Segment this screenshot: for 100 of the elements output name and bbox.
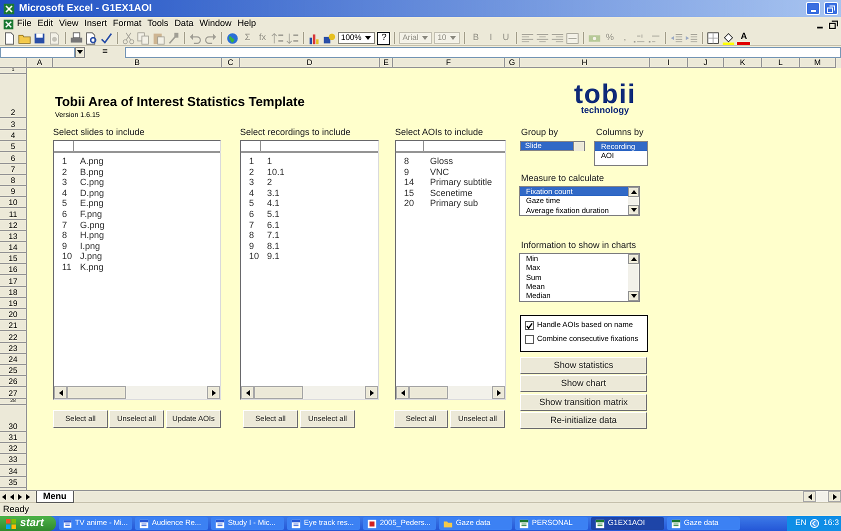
spin-buttons[interactable] <box>573 142 584 150</box>
list-box[interactable]: 1 A.png 2 B.png 3 C.png 4 D.png 5 E.png 6 F.png 7 G.png 8 H.png 9 I.png 10 J.png 11 K.png <box>53 140 221 400</box>
menu-item[interactable]: Help <box>234 19 259 29</box>
list-item[interactable]: 5.1 <box>267 208 280 220</box>
list-box[interactable]: 1 1 2 10.1 3 2 4 3.1 5 4.1 6 5.1 7 6.1 8 7.1 9 8.1 10 9.1 <box>240 140 379 400</box>
list-item[interactable]: 6.1 <box>267 220 280 230</box>
list-item[interactable]: Primary subtitle <box>430 177 492 188</box>
group-by-label: Group by <box>521 128 558 138</box>
horizontal-scrollbar[interactable] <box>241 386 378 399</box>
vertical-scrollbar[interactable] <box>628 187 639 215</box>
page-icon[interactable] <box>3 32 16 44</box>
arrow-circle-icon[interactable] <box>810 519 820 528</box>
menu-item[interactable]: File <box>14 19 35 29</box>
list-number: 11 <box>61 262 72 273</box>
minimize-icon <box>810 10 816 12</box>
toolbar-dropdown[interactable]: 100% <box>338 32 376 44</box>
window-title: Microsoft Excel - G1EX1AOI <box>19 3 152 14</box>
list-item[interactable]: 7.1 <box>267 230 280 241</box>
list-number: 1 <box>61 156 68 167</box>
menu-item[interactable]: Data <box>171 19 196 29</box>
list-number: 9 <box>61 240 68 252</box>
formula-field[interactable] <box>125 46 841 58</box>
spreadsheet-icon <box>670 518 681 528</box>
checkbox[interactable] <box>525 335 534 344</box>
list-item[interactable]: 8.1 <box>267 240 280 252</box>
list-item[interactable]: B.png <box>80 166 104 178</box>
list-number: 4 <box>248 188 256 198</box>
restore-button[interactable] <box>824 2 838 15</box>
borders-icon[interactable] <box>707 32 720 44</box>
preview-icon[interactable] <box>85 32 98 44</box>
menu-item[interactable]: Window <box>196 19 234 29</box>
scroll-right-icon <box>830 492 838 500</box>
list-item[interactable]: 4.1 <box>267 198 280 209</box>
spelling-icon[interactable] <box>100 32 113 44</box>
list-item[interactable]: E.png <box>80 198 104 209</box>
paint-bucket-icon[interactable] <box>722 32 736 44</box>
scroll-right-icon <box>494 388 502 396</box>
list-item[interactable]: 2 <box>267 177 272 188</box>
list-item[interactable]: C.png <box>80 177 104 188</box>
minimize-button[interactable] <box>806 2 820 15</box>
select-all-corner[interactable] <box>0 58 27 68</box>
list-item[interactable]: 3.1 <box>267 188 280 198</box>
menu-item[interactable]: Format <box>110 19 144 29</box>
scroll-right-icon <box>210 388 218 396</box>
menu-item[interactable]: Tools <box>144 19 172 29</box>
scrollbar-thumb[interactable] <box>254 386 303 399</box>
list-item[interactable]: J.png <box>80 251 102 262</box>
list-item[interactable]: 10.1 <box>267 166 285 178</box>
scrollbar-thumb[interactable] <box>67 386 126 399</box>
action-button[interactable]: Show transition matrix <box>520 394 647 411</box>
list-number: 20 <box>403 198 416 209</box>
list-item[interactable]: Primary sub <box>430 198 478 209</box>
list-number: 2 <box>61 166 68 178</box>
list-box[interactable]: 8 Gloss 9 VNC 14 Primary subtitle 15 Scenetime 20 Primary sub <box>395 140 506 400</box>
dropdown-button[interactable] <box>75 46 85 58</box>
scroll-down-icon <box>630 206 638 214</box>
bar-chart-icon[interactable] <box>308 32 321 44</box>
action-button[interactable]: Show statistics <box>520 357 647 374</box>
list-number: 5 <box>61 198 68 209</box>
horizontal-scrollbar[interactable] <box>54 386 220 399</box>
action-button[interactable]: Re-initialize data <box>520 412 647 429</box>
menu-item[interactable]: View <box>56 19 82 29</box>
list-number: 10 <box>248 251 260 262</box>
pdf-icon <box>366 518 377 528</box>
sheet-title: Tobii Area of Interest Statistics Template <box>55 95 305 110</box>
caret-icon <box>449 34 458 42</box>
equals-sign: = <box>101 47 109 57</box>
scrollbar-thumb[interactable] <box>409 386 448 399</box>
action-button[interactable]: Show chart <box>520 375 647 392</box>
list-item[interactable]: K.png <box>80 262 104 273</box>
list-item[interactable]: 9.1 <box>267 251 280 262</box>
windows-flag-icon <box>6 518 16 528</box>
list-item[interactable]: I.png <box>80 240 100 252</box>
columns-by-label: Columns by <box>596 128 644 138</box>
horizontal-scrollbar[interactable] <box>803 491 841 502</box>
list-item[interactable]: Scenetime <box>430 188 473 198</box>
list-number: 8 <box>248 230 256 241</box>
list-item[interactable]: H.png <box>80 230 104 241</box>
list-item[interactable]: VNC <box>430 166 450 178</box>
list-number: 2 <box>248 166 256 178</box>
list-item[interactable]: Gloss <box>430 156 454 167</box>
menu-item[interactable]: Insert <box>81 19 110 29</box>
list-item[interactable]: G.png <box>80 220 105 230</box>
checkbox[interactable] <box>525 321 534 330</box>
list-item[interactable]: D.png <box>80 188 104 198</box>
printer-icon[interactable] <box>70 32 83 44</box>
spreadsheet-icon[interactable] <box>3 18 14 30</box>
menu-item[interactable]: Edit <box>34 19 56 29</box>
shapes-icon[interactable] <box>323 32 336 44</box>
list-item[interactable]: 1 <box>267 156 272 167</box>
list-item[interactable]: F.png <box>80 208 102 220</box>
vertical-scrollbar[interactable] <box>628 254 639 301</box>
scroll-down-icon <box>630 292 638 300</box>
sheet-tab[interactable]: Menu <box>36 490 74 502</box>
measure-label: Measure to calculate <box>521 174 604 184</box>
restore-icon[interactable] <box>829 20 838 28</box>
list-item[interactable]: A.png <box>80 156 104 167</box>
document-icon <box>62 518 72 528</box>
horizontal-scrollbar[interactable] <box>396 386 505 399</box>
globe-icon[interactable] <box>226 32 239 44</box>
